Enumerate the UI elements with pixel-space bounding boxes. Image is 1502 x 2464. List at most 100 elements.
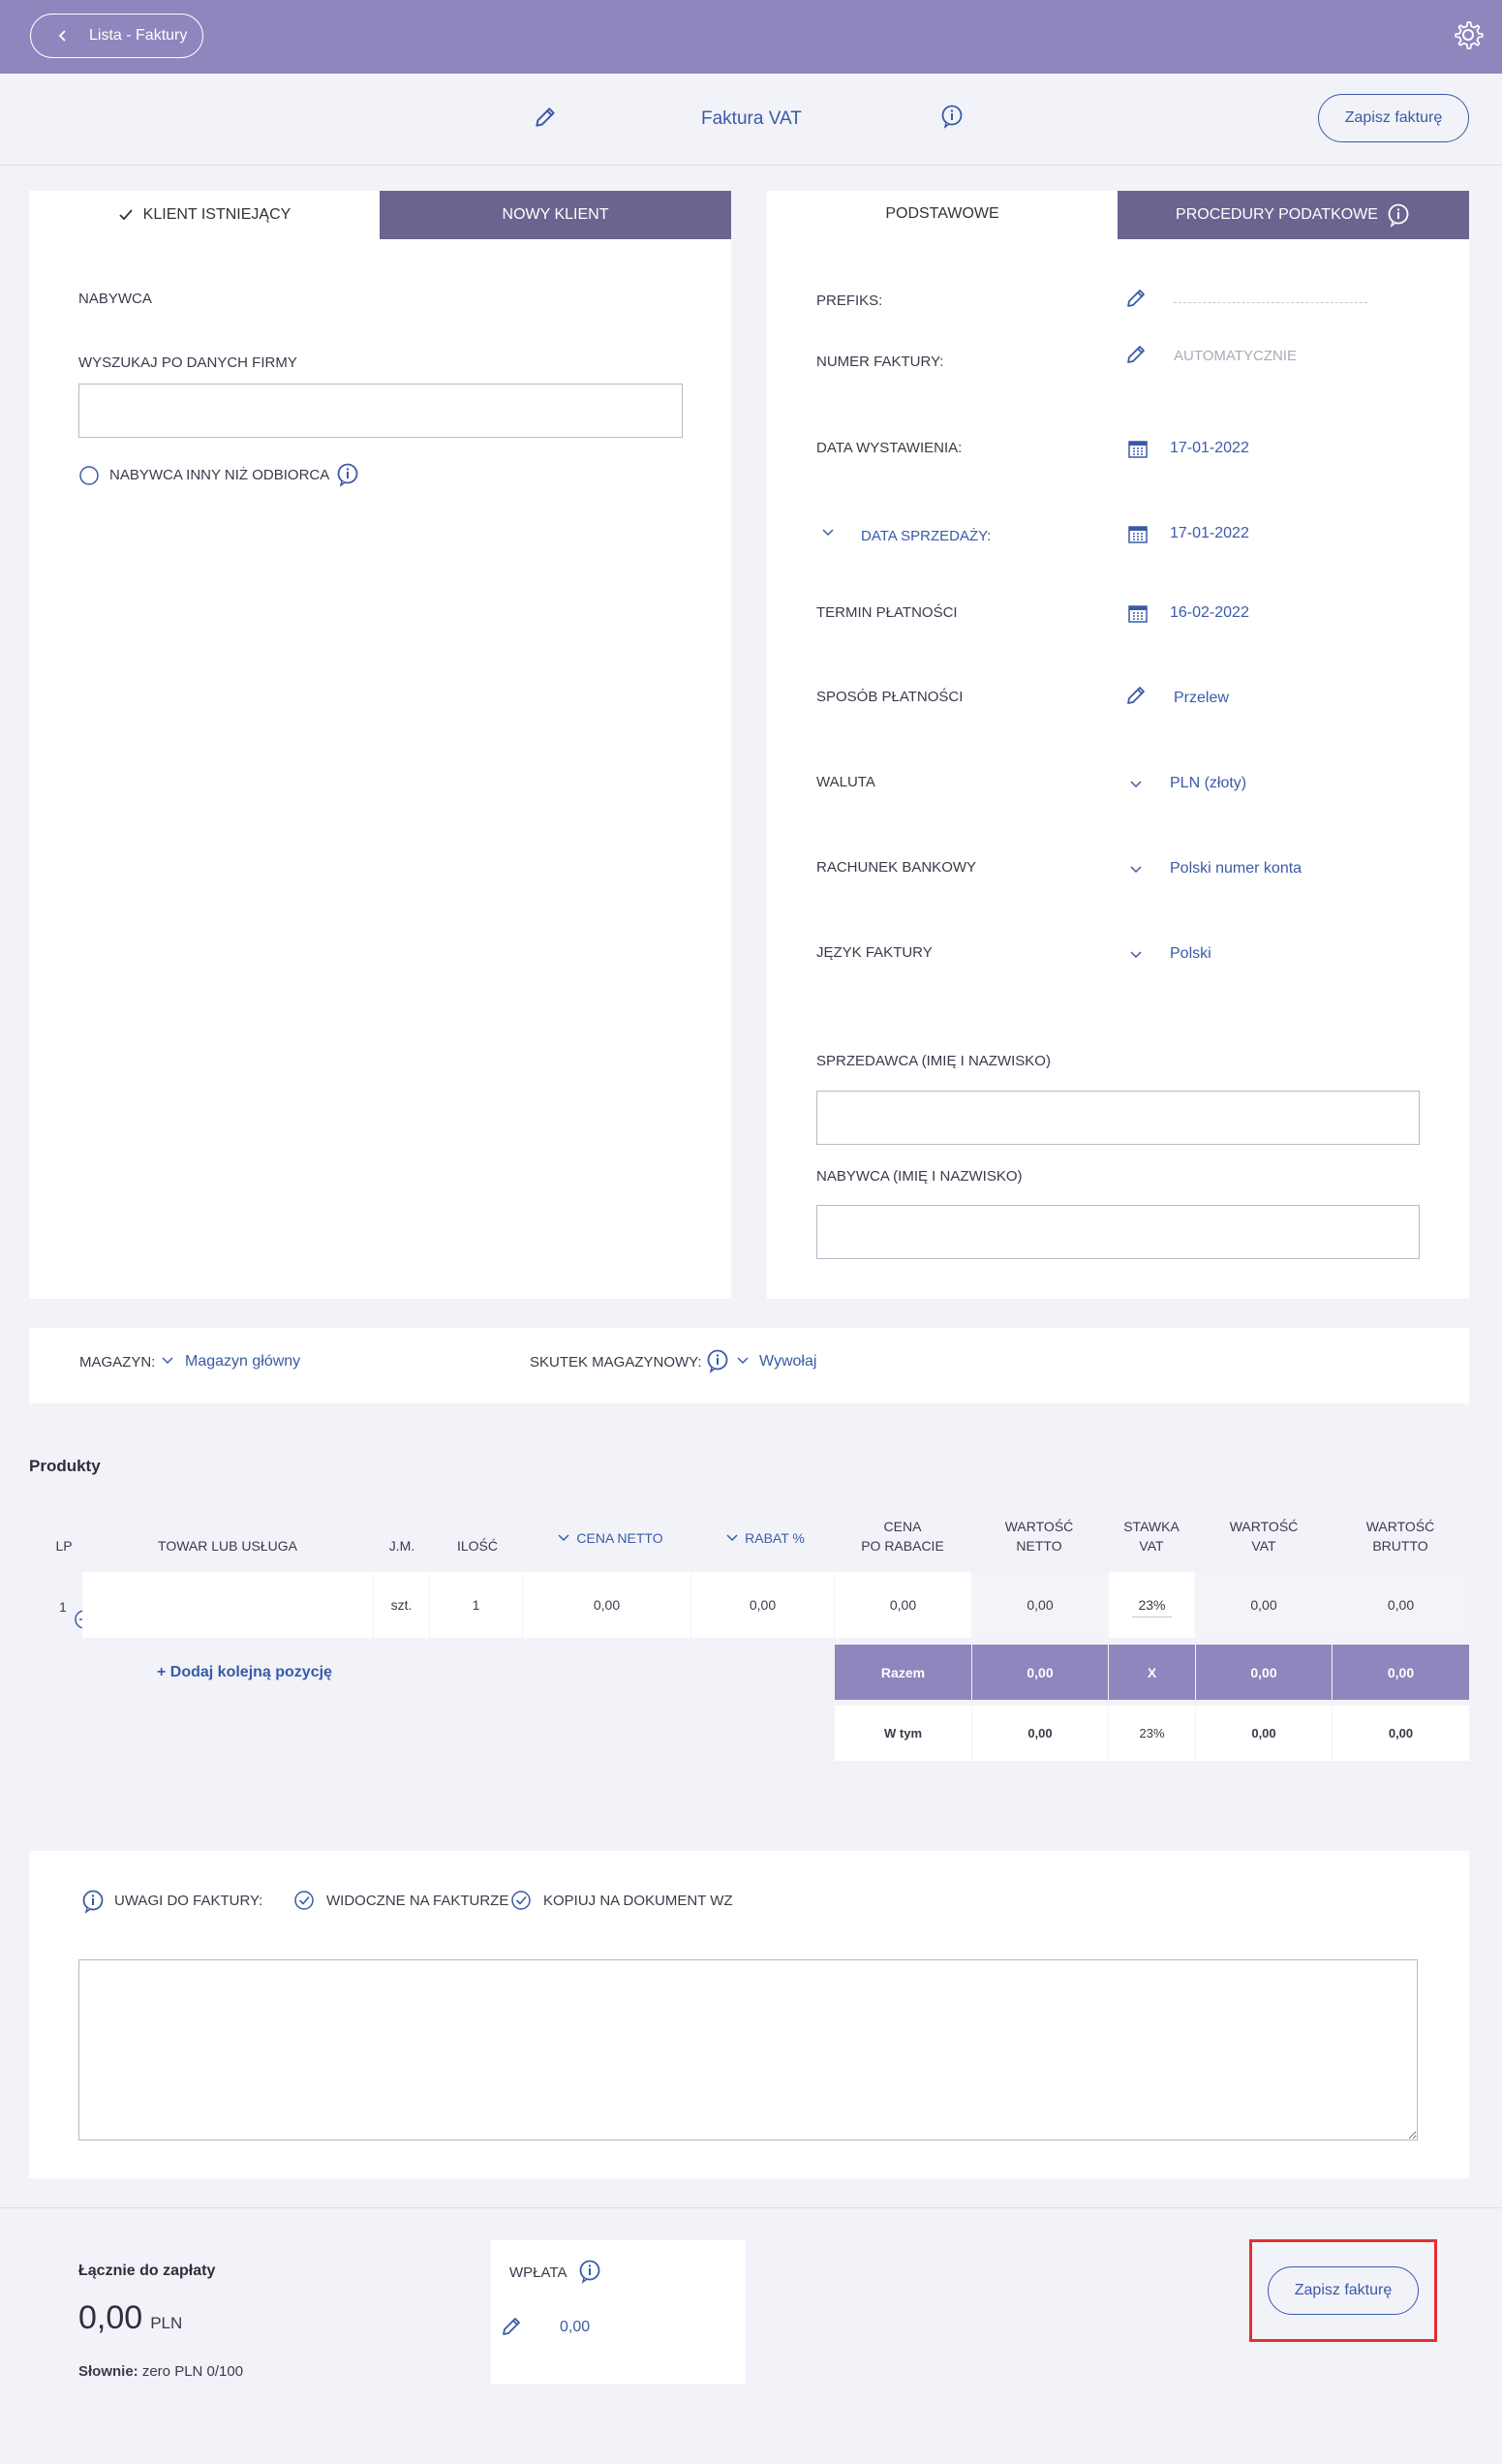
pencil-icon[interactable] xyxy=(500,2315,523,2338)
chevron-down-icon[interactable] xyxy=(1129,865,1143,875)
col-header-discount-label: RABAT % xyxy=(745,1530,805,1546)
notes-textarea[interactable] xyxy=(78,1959,1418,2141)
col-header-gross-value: WARTOŚĆ BRUTTO xyxy=(1333,1517,1468,1555)
chevron-down-icon xyxy=(558,1534,569,1542)
chevron-down-icon[interactable] xyxy=(161,1356,174,1366)
search-company-label: WYSZUKAJ PO DANYCH FIRMY xyxy=(78,354,297,371)
amount-in-words-value: zero PLN 0/100 xyxy=(141,2363,244,2380)
warehouse-label: MAGAZYN: xyxy=(79,1354,156,1371)
col-header-unit: J.M. xyxy=(388,1538,415,1554)
col-header-discount[interactable]: RABAT % xyxy=(697,1528,833,1548)
info-icon[interactable] xyxy=(705,1348,730,1373)
col-header-vat-value-line2: VAT xyxy=(1251,1538,1276,1554)
row-discount[interactable]: 0,00 xyxy=(691,1572,834,1638)
warehouse-select[interactable]: Magazyn główny xyxy=(185,1353,300,1371)
chevron-down-icon[interactable] xyxy=(1129,780,1143,789)
save-invoice-button-bottom[interactable]: Zapisz fakturę xyxy=(1268,2266,1419,2315)
col-header-net-price[interactable]: CENA NETTO xyxy=(537,1528,683,1548)
row-after-discount: 0,00 xyxy=(835,1572,971,1638)
row-unit[interactable]: szt. xyxy=(374,1572,429,1638)
info-icon[interactable] xyxy=(80,1889,106,1914)
search-company-input[interactable] xyxy=(78,384,683,438)
copy-to-wz-label: KOPIUJ NA DOKUMENT WZ xyxy=(543,1893,733,1909)
incl-vat: 0,00 xyxy=(1196,1706,1332,1761)
incl-label: W tym xyxy=(835,1706,971,1761)
page-title: Faktura VAT xyxy=(701,108,802,129)
calendar-icon[interactable] xyxy=(1127,523,1149,544)
total-label: Razem xyxy=(835,1645,971,1700)
save-invoice-button-top[interactable]: Zapisz fakturę xyxy=(1318,94,1469,142)
tab-existing-client-label: KLIENT ISTNIEJĄCY xyxy=(142,206,291,223)
seller-name-input[interactable] xyxy=(816,1091,1420,1145)
payment-card xyxy=(491,2240,746,2384)
info-icon[interactable] xyxy=(335,462,360,487)
buyer-name-input[interactable] xyxy=(816,1205,1420,1259)
total-net: 0,00 xyxy=(972,1645,1108,1700)
calendar-icon[interactable] xyxy=(1127,438,1149,459)
chevron-down-icon[interactable] xyxy=(736,1356,750,1366)
bank-account-select[interactable]: Polski numer konta xyxy=(1170,860,1302,878)
radio-button[interactable] xyxy=(78,465,100,486)
total-due: 0,00 PLN xyxy=(78,2299,182,2337)
back-to-invoices-button[interactable]: Lista - Faktury xyxy=(30,14,203,58)
add-position-link[interactable]: + Dodaj kolejną pozycję xyxy=(157,1664,332,1681)
col-header-item: TOWAR LUB USŁUGA xyxy=(158,1538,297,1554)
chevron-down-icon[interactable] xyxy=(821,528,835,538)
total-gross: 0,00 xyxy=(1333,1645,1469,1700)
chevron-down-icon[interactable] xyxy=(1129,950,1143,960)
due-date-value[interactable]: 16-02-2022 xyxy=(1170,604,1249,622)
total-due-label: Łącznie do zapłaty xyxy=(78,2263,216,2279)
invoice-language-label: JĘZYK FAKTURY xyxy=(816,944,933,961)
prefix-label: PREFIKS: xyxy=(816,293,883,309)
checkbox-checked-icon[interactable] xyxy=(293,1890,315,1911)
col-header-vat-rate-line1: STAWKA xyxy=(1123,1519,1180,1534)
col-header-vat-value-line1: WARTOŚĆ xyxy=(1229,1519,1299,1534)
issue-date-label: DATA WYSTAWIENIA: xyxy=(816,440,963,456)
back-button-label: Lista - Faktury xyxy=(89,27,188,44)
payment-method-value[interactable]: Przelew xyxy=(1174,690,1229,707)
col-header-gross-value-line1: WARTOŚĆ xyxy=(1365,1519,1435,1534)
payment-value[interactable]: 0,00 xyxy=(560,2319,590,2336)
row-qty[interactable]: 1 xyxy=(430,1572,522,1638)
sale-date-value[interactable]: 17-01-2022 xyxy=(1170,525,1249,542)
pencil-icon[interactable] xyxy=(1124,343,1148,366)
total-due-value: 0,00 xyxy=(78,2299,143,2336)
pencil-icon[interactable] xyxy=(1124,287,1148,310)
incl-net: 0,00 xyxy=(972,1706,1108,1761)
products-title: Produkty xyxy=(29,1457,101,1475)
issue-date-value[interactable]: 17-01-2022 xyxy=(1170,440,1249,457)
checkbox-checked-icon[interactable] xyxy=(510,1890,532,1911)
invoice-language-select[interactable]: Polski xyxy=(1170,945,1211,963)
total-due-currency: PLN xyxy=(150,2314,183,2332)
tab-existing-client[interactable]: KLIENT ISTNIEJĄCY xyxy=(29,191,380,239)
col-header-vat-rate-line2: VAT xyxy=(1139,1538,1164,1554)
info-icon[interactable] xyxy=(939,104,965,129)
pencil-icon[interactable] xyxy=(1124,684,1148,707)
incl-rate: 23% xyxy=(1109,1706,1195,1761)
tab-new-client[interactable]: NOWY KLIENT xyxy=(380,191,731,239)
calendar-icon[interactable] xyxy=(1127,602,1149,624)
sale-date-label[interactable]: DATA SPRZEDAŻY: xyxy=(861,528,991,544)
amount-in-words: Słownie: zero PLN 0/100 xyxy=(78,2363,243,2380)
row-vat-rate-select[interactable]: 23% xyxy=(1109,1572,1195,1638)
tab-tax-procedures[interactable]: PROCEDURY PODATKOWE xyxy=(1118,191,1469,239)
prefix-placeholder-line xyxy=(1174,302,1367,303)
row-item-input[interactable] xyxy=(82,1572,373,1638)
currency-select[interactable]: PLN (złoty) xyxy=(1170,775,1246,792)
row-net-price[interactable]: 0,00 xyxy=(523,1572,690,1638)
warehouse-effect-select[interactable]: Wywołaj xyxy=(759,1353,816,1371)
row-gross-value: 0,00 xyxy=(1333,1572,1469,1638)
gear-icon[interactable] xyxy=(1453,19,1484,50)
visible-on-invoice-label: WIDOCZNE NA FAKTURZE xyxy=(326,1893,509,1909)
pencil-icon[interactable] xyxy=(533,105,558,130)
info-icon xyxy=(1388,203,1409,228)
seller-name-label: SPRZEDAWCA (IMIĘ I NAZWISKO) xyxy=(816,1053,1051,1069)
tab-new-client-label: NOWY KLIENT xyxy=(502,206,609,223)
col-header-vat-value: WARTOŚĆ VAT xyxy=(1196,1517,1332,1555)
info-icon[interactable] xyxy=(577,2259,602,2284)
total-rate: X xyxy=(1109,1645,1195,1700)
col-header-net-value-line1: WARTOŚĆ xyxy=(1004,1519,1074,1534)
tab-basic[interactable]: PODSTAWOWE xyxy=(767,191,1118,237)
row-net-value: 0,00 xyxy=(972,1572,1108,1638)
tab-tax-procedures-label: PROCEDURY PODATKOWE xyxy=(1176,206,1378,223)
